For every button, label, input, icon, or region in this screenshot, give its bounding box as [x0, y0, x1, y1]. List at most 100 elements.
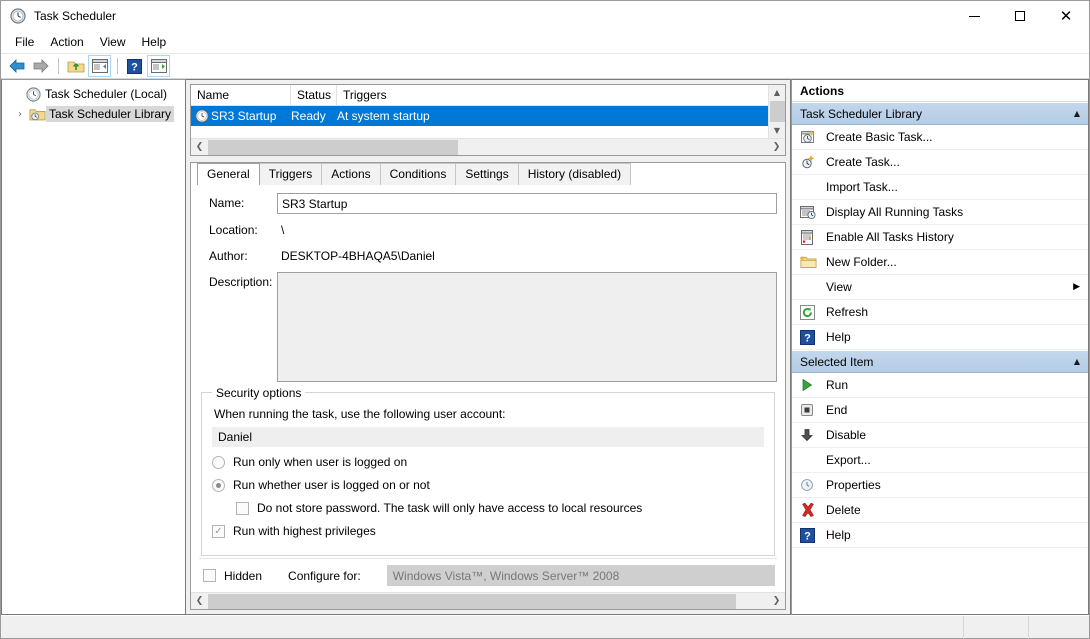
action-help-selected[interactable]: ? Help	[792, 523, 1088, 548]
scroll-down-icon[interactable]: ▼	[769, 123, 786, 138]
task-triggers-label: At system startup	[337, 109, 430, 123]
tree-node-label-root: Task Scheduler (Local)	[45, 87, 168, 101]
action-label: Refresh	[826, 305, 869, 319]
tree-node-task-scheduler-local[interactable]: Task Scheduler (Local)	[2, 84, 185, 104]
scroll-right-icon[interactable]: ❯	[768, 139, 785, 156]
action-refresh[interactable]: Refresh	[792, 300, 1088, 325]
column-header-triggers[interactable]: Triggers	[337, 85, 768, 105]
checkbox-no-store-password[interactable]	[236, 501, 249, 515]
description-textarea[interactable]	[277, 272, 777, 382]
status-bar	[1, 615, 1089, 639]
bottom-options-row: Hidden Configure for: Windows Vista™, Wi…	[199, 558, 777, 592]
table-row[interactable]: SR3 Startup Ready At system startup	[191, 106, 768, 126]
up-folder-icon[interactable]	[64, 55, 87, 77]
action-label: View	[826, 280, 852, 294]
action-display-all-running-tasks[interactable]: Display All Running Tasks	[792, 200, 1088, 225]
checkbox-run-highest-privileges[interactable]: ✓	[212, 524, 225, 538]
history-icon	[800, 229, 826, 245]
radio-run-whether-logged-on[interactable]	[212, 478, 225, 492]
actions-pane-filler	[792, 548, 1088, 614]
tab-actions[interactable]: Actions	[321, 163, 381, 185]
folder-clock-icon	[28, 107, 46, 122]
action-end[interactable]: End	[792, 398, 1088, 423]
security-options-group: Security options When running the task, …	[201, 386, 775, 556]
action-label: Delete	[826, 503, 861, 517]
action-properties[interactable]: Properties	[792, 473, 1088, 498]
tab-history[interactable]: History (disabled)	[517, 163, 632, 185]
security-options-title: Security options	[212, 386, 306, 400]
chevron-up-icon[interactable]: ▲	[1074, 357, 1080, 366]
horizontal-scroll-thumb[interactable]	[208, 139, 458, 155]
scroll-right-icon[interactable]: ❯	[768, 593, 785, 610]
help-icon[interactable]: ?	[123, 55, 146, 77]
tab-general[interactable]: General	[197, 163, 260, 185]
menu-help[interactable]: Help	[134, 33, 175, 51]
horizontal-scroll-thumb[interactable]	[208, 593, 736, 609]
clock-icon	[193, 109, 211, 123]
close-button[interactable]: ✕	[1043, 1, 1089, 31]
menu-file[interactable]: File	[7, 33, 42, 51]
chevron-right-icon[interactable]: ›	[12, 109, 28, 120]
configure-for-label: Configure for:	[288, 568, 361, 583]
action-import-task[interactable]: Import Task...	[792, 175, 1088, 200]
action-delete[interactable]: Delete	[792, 498, 1088, 523]
action-disable[interactable]: Disable	[792, 423, 1088, 448]
maximize-button[interactable]	[997, 1, 1043, 31]
tab-triggers[interactable]: Triggers	[258, 163, 323, 185]
actions-section-task-scheduler-library[interactable]: Task Scheduler Library ▲	[792, 102, 1088, 125]
show-hide-action-pane-icon[interactable]	[147, 55, 170, 77]
column-header-status[interactable]: Status	[291, 85, 337, 105]
actions-pane-title: Actions	[792, 80, 1088, 102]
minimize-button[interactable]	[951, 1, 997, 31]
radio-run-whether-row[interactable]: Run whether user is logged on or not	[212, 478, 764, 492]
scroll-up-icon[interactable]: ▲	[769, 85, 786, 100]
vertical-scroll-thumb[interactable]	[769, 101, 785, 122]
status-bar-segment-3	[1029, 616, 1089, 639]
task-list-inner: Name Status Triggers SR3 Startup Ready A…	[191, 85, 785, 138]
radio-run-whether-label: Run whether user is logged on or not	[233, 478, 430, 492]
tab-settings[interactable]: Settings	[455, 163, 519, 185]
radio-run-only-logged-on-row[interactable]: Run only when user is logged on	[212, 455, 764, 469]
checkbox-no-store-password-row[interactable]: Do not store password. The task will onl…	[236, 501, 764, 515]
action-view[interactable]: View ▶	[792, 275, 1088, 300]
action-export[interactable]: Export...	[792, 448, 1088, 473]
clock-icon	[24, 86, 42, 102]
security-prompt: When running the task, use the following…	[214, 407, 506, 421]
action-new-folder[interactable]: New Folder...	[792, 250, 1088, 275]
status-bar-segment-2	[964, 615, 1029, 639]
description-field-row: Description:	[199, 272, 777, 382]
scroll-left-icon[interactable]: ❮	[191, 593, 208, 610]
title-bar: Task Scheduler ✕	[1, 1, 1089, 31]
tree-node-task-scheduler-library[interactable]: › Task Scheduler Library	[2, 104, 185, 124]
chevron-up-icon[interactable]: ▲	[1074, 109, 1080, 118]
tab-conditions[interactable]: Conditions	[379, 163, 457, 185]
forward-icon[interactable]	[29, 55, 52, 77]
radio-run-only-logged-on[interactable]	[212, 455, 225, 469]
action-help-library[interactable]: ? Help	[792, 325, 1088, 350]
task-list: Name Status Triggers SR3 Startup Ready A…	[190, 84, 786, 156]
back-icon[interactable]	[5, 55, 28, 77]
show-hide-console-tree-icon[interactable]	[88, 55, 111, 77]
results-pane: Name Status Triggers SR3 Startup Ready A…	[186, 79, 791, 615]
action-run[interactable]: Run	[792, 373, 1088, 398]
task-list-vertical-scrollbar[interactable]: ▲ ▼	[768, 85, 785, 138]
menu-action[interactable]: Action	[42, 33, 91, 51]
task-list-columns: Name Status Triggers SR3 Startup Ready A…	[191, 85, 768, 138]
details-horizontal-scrollbar[interactable]: ❮ ❯	[191, 592, 785, 609]
task-list-horizontal-scrollbar[interactable]: ❮ ❯	[191, 138, 785, 155]
action-create-basic-task[interactable]: Create Basic Task...	[792, 125, 1088, 150]
name-input[interactable]: SR3 Startup	[277, 193, 777, 214]
action-label: End	[826, 403, 848, 417]
actions-section-selected-item[interactable]: Selected Item ▲	[792, 350, 1088, 373]
menu-view[interactable]: View	[92, 33, 134, 51]
column-header-name[interactable]: Name	[191, 85, 291, 105]
configure-for-select[interactable]: Windows Vista™, Windows Server™ 2008	[386, 565, 775, 586]
action-label: Properties	[826, 478, 881, 492]
action-create-task[interactable]: Create Task...	[792, 150, 1088, 175]
checkbox-hidden[interactable]	[203, 569, 216, 582]
checkbox-hidden-label: Hidden	[224, 568, 263, 583]
action-enable-all-tasks-history[interactable]: Enable All Tasks History	[792, 225, 1088, 250]
scroll-left-icon[interactable]: ❮	[191, 139, 208, 156]
checkbox-highest-privileges-row[interactable]: ✓ Run with highest privileges	[212, 524, 764, 538]
status-bar-main-segment	[1, 615, 964, 639]
